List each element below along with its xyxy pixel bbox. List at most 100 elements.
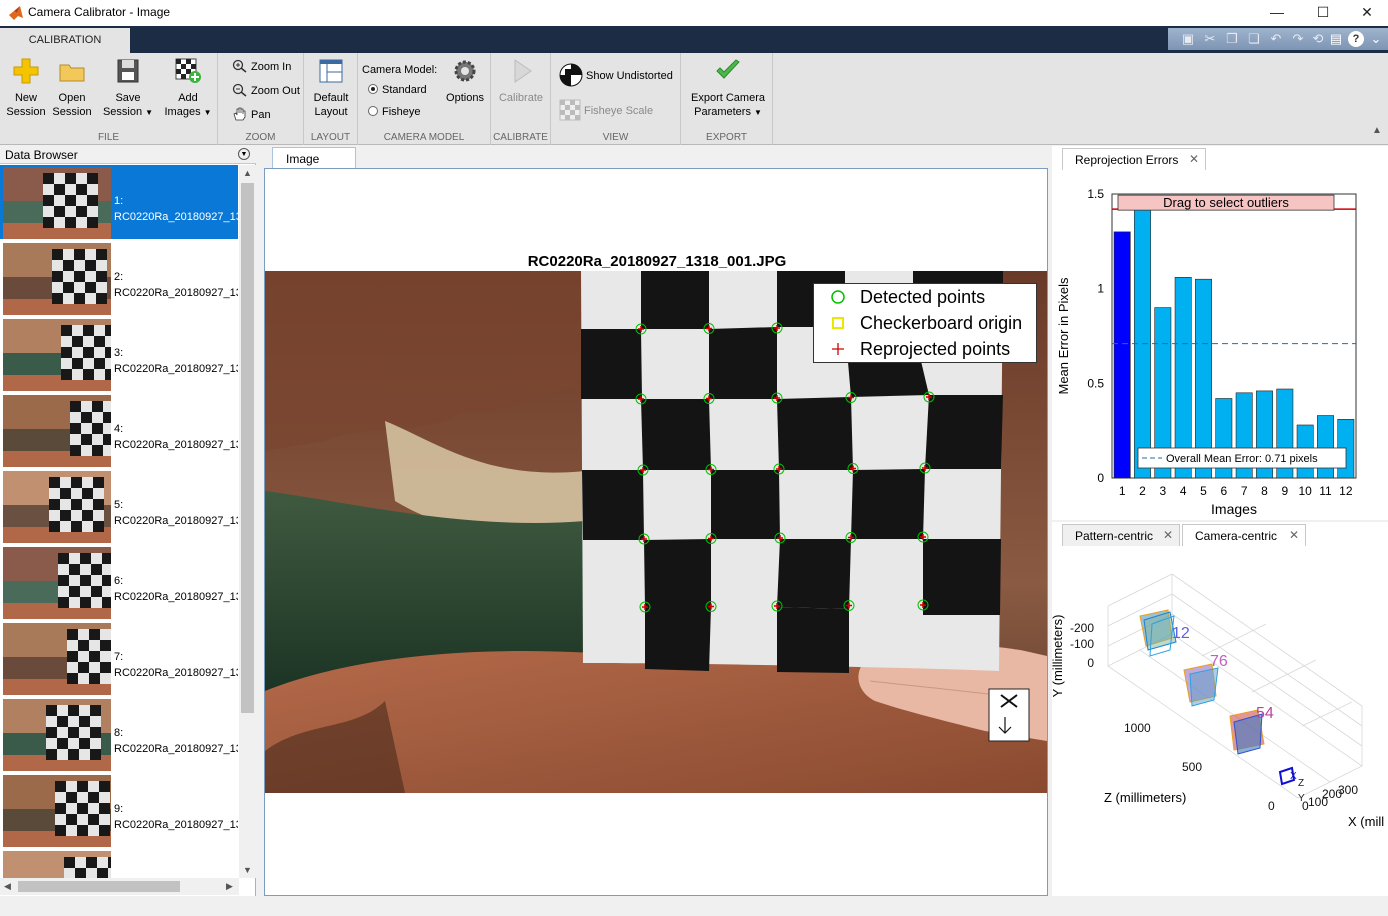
- tab-calibration[interactable]: CALIBRATION: [0, 28, 130, 53]
- panel-menu-icon[interactable]: ▼: [238, 148, 250, 160]
- image-number: 8:: [114, 727, 124, 739]
- ribbon-tab-strip: CALIBRATION ▣ ✂ ❐ ❏ ↶ ↷ ⟲ ▤ ? ⌄: [0, 26, 1388, 53]
- calibrate-button[interactable]: Calibrate: [495, 57, 547, 105]
- tab-image[interactable]: Image: [272, 147, 356, 169]
- list-item[interactable]: 7: RC0220Ra_20180927_13: [0, 621, 238, 695]
- image-thumbnail: [3, 775, 111, 847]
- legend-reprojected: Reprojected points: [814, 336, 1036, 362]
- save-icon[interactable]: ▣: [1180, 31, 1196, 47]
- close-icon[interactable]: ✕: [1189, 152, 1199, 166]
- z-axis-label: Z (millimeters): [1104, 790, 1186, 805]
- image-thumbnail: [3, 699, 111, 771]
- scroll-left-icon[interactable]: ◀: [4, 881, 11, 892]
- image-label: 2: RC0220Ra_20180927_13: [114, 269, 238, 301]
- tab-camera-centric[interactable]: Camera-centric ✕: [1182, 524, 1306, 546]
- scroll-up-icon[interactable]: ▲: [243, 168, 252, 178]
- chevron-down-icon[interactable]: ⌄: [1368, 31, 1384, 47]
- x-tick-label: 10: [1298, 484, 1312, 498]
- refresh-icon[interactable]: ⟲: [1310, 31, 1326, 47]
- list-item[interactable]: 4: RC0220Ra_20180927_13: [0, 393, 238, 467]
- list-item[interactable]: 6: RC0220Ra_20180927_13: [0, 545, 238, 619]
- zoom-out-icon: [232, 83, 247, 97]
- export-camera-parameters-button[interactable]: Export Camera Parameters ▼: [685, 57, 771, 120]
- close-button[interactable]: ✕: [1344, 0, 1388, 26]
- x-tick: 300: [1338, 783, 1358, 797]
- image-filename: RC0220Ra_20180927_13: [114, 819, 238, 831]
- error-bar[interactable]: [1317, 415, 1334, 479]
- zoom-out-button[interactable]: Zoom Out: [232, 83, 300, 98]
- camera-axis-label: Z: [1298, 778, 1304, 789]
- scroll-right-icon[interactable]: ▶: [226, 881, 233, 892]
- vertical-scrollbar[interactable]: ▲ ▼: [239, 165, 256, 878]
- list-item[interactable]: 3: RC0220Ra_20180927_13: [0, 317, 238, 391]
- reprojection-errors-chart[interactable]: 00.511.5 1 2 3 4 5 6 7 8 9 10 11 12 Drag to select …: [1052, 170, 1388, 520]
- tab-pattern-centric[interactable]: Pattern-centric ✕: [1062, 524, 1180, 546]
- square-marker-icon: [832, 317, 844, 329]
- radio-icon: [368, 106, 378, 116]
- help-icon[interactable]: ?: [1348, 31, 1364, 47]
- new-session-icon: [13, 58, 39, 84]
- hand-icon: [233, 107, 246, 121]
- tab-reprojection-errors[interactable]: Reprojection Errors ✕: [1062, 148, 1206, 170]
- collapse-ribbon-icon[interactable]: ▲: [1372, 125, 1382, 136]
- scrollbar-thumb[interactable]: [241, 183, 254, 713]
- legend-origin-label: Checkerboard origin: [860, 313, 1023, 333]
- layout-icon[interactable]: ▤: [1328, 31, 1344, 47]
- list-item[interactable]: 5: RC0220Ra_20180927_13: [0, 469, 238, 543]
- 3d-grid: [1107, 573, 1363, 799]
- image-filename: RC0220Ra_20180927_13: [114, 667, 238, 679]
- close-icon[interactable]: ✕: [1289, 528, 1299, 542]
- add-images-button[interactable]: Add Images ▼: [160, 57, 216, 120]
- image-label: 1: RC0220Ra_20180927_13: [114, 193, 238, 225]
- undo-icon[interactable]: ↶: [1268, 31, 1284, 47]
- drag-outliers-label: Drag to select outliers: [1163, 195, 1289, 210]
- image-filename: RC0220Ra_20180927_13: [114, 363, 238, 375]
- pan-button[interactable]: Pan: [232, 107, 271, 122]
- new-session-button[interactable]: New Session: [4, 57, 48, 119]
- add-images-label-2: Images: [164, 106, 201, 118]
- camera-axis-label: X: [1290, 771, 1297, 782]
- board-number-label: 12: [1172, 625, 1190, 642]
- window-title: Camera Calibrator - Image: [28, 5, 171, 19]
- scrollbar-thumb[interactable]: [18, 881, 180, 892]
- list-item[interactable]: 10:: [0, 849, 238, 878]
- error-bar[interactable]: [1113, 231, 1131, 479]
- list-item[interactable]: 8: RC0220Ra_20180927_13: [0, 697, 238, 771]
- default-layout-button[interactable]: Default Layout: [308, 57, 354, 119]
- y-tick: -200: [1070, 621, 1094, 635]
- copy-icon[interactable]: ❐: [1224, 31, 1240, 47]
- plus-marker-icon: [832, 343, 844, 355]
- minimize-button[interactable]: —: [1254, 0, 1300, 26]
- y-tick: 0: [1087, 656, 1094, 670]
- open-session-button[interactable]: Open Session: [50, 57, 94, 119]
- close-icon[interactable]: ✕: [1163, 528, 1173, 542]
- fisheye-scale-icon: [559, 99, 581, 121]
- save-session-button[interactable]: Save Session ▼: [98, 57, 158, 120]
- standard-radio[interactable]: Standard: [368, 83, 427, 97]
- show-undistorted-button[interactable]: Show Undistorted: [559, 63, 673, 87]
- save-icon: [117, 59, 139, 83]
- horizontal-scrollbar[interactable]: ◀ ▶: [0, 878, 239, 895]
- maximize-button[interactable]: ☐: [1300, 0, 1346, 26]
- image-legend: Detected points Checkerboard origin Repr…: [813, 283, 1037, 363]
- list-item[interactable]: 2: RC0220Ra_20180927_13: [0, 241, 238, 315]
- image-thumbnail: [3, 167, 111, 239]
- list-item[interactable]: 1: RC0220Ra_20180927_13: [0, 165, 238, 239]
- image-label: 6: RC0220Ra_20180927_13: [114, 573, 238, 605]
- board-number-label: 76: [1210, 653, 1228, 670]
- data-browser-title: Data Browser: [5, 148, 78, 162]
- fisheye-scale-button[interactable]: Fisheye Scale: [559, 99, 653, 121]
- extrinsics-3d-plot[interactable]: 12 76 54 X Z Y -200 -100 0 1000 500 0 0 …: [1052, 546, 1388, 896]
- x-tick-label: 5: [1200, 484, 1207, 498]
- zoom-in-button[interactable]: Zoom In: [232, 59, 291, 74]
- circle-marker-icon: [831, 290, 845, 304]
- y-axis-label: Mean Error in Pixels: [1056, 277, 1071, 395]
- redo-icon[interactable]: ↷: [1290, 31, 1306, 47]
- scroll-down-icon[interactable]: ▼: [243, 865, 252, 875]
- fisheye-radio[interactable]: Fisheye: [368, 105, 421, 119]
- cut-icon[interactable]: ✂: [1202, 31, 1218, 47]
- paste-icon[interactable]: ❏: [1246, 31, 1262, 47]
- new-session-label-1: New: [14, 92, 37, 104]
- options-button[interactable]: Options: [442, 57, 488, 105]
- list-item[interactable]: 9: RC0220Ra_20180927_13: [0, 773, 238, 847]
